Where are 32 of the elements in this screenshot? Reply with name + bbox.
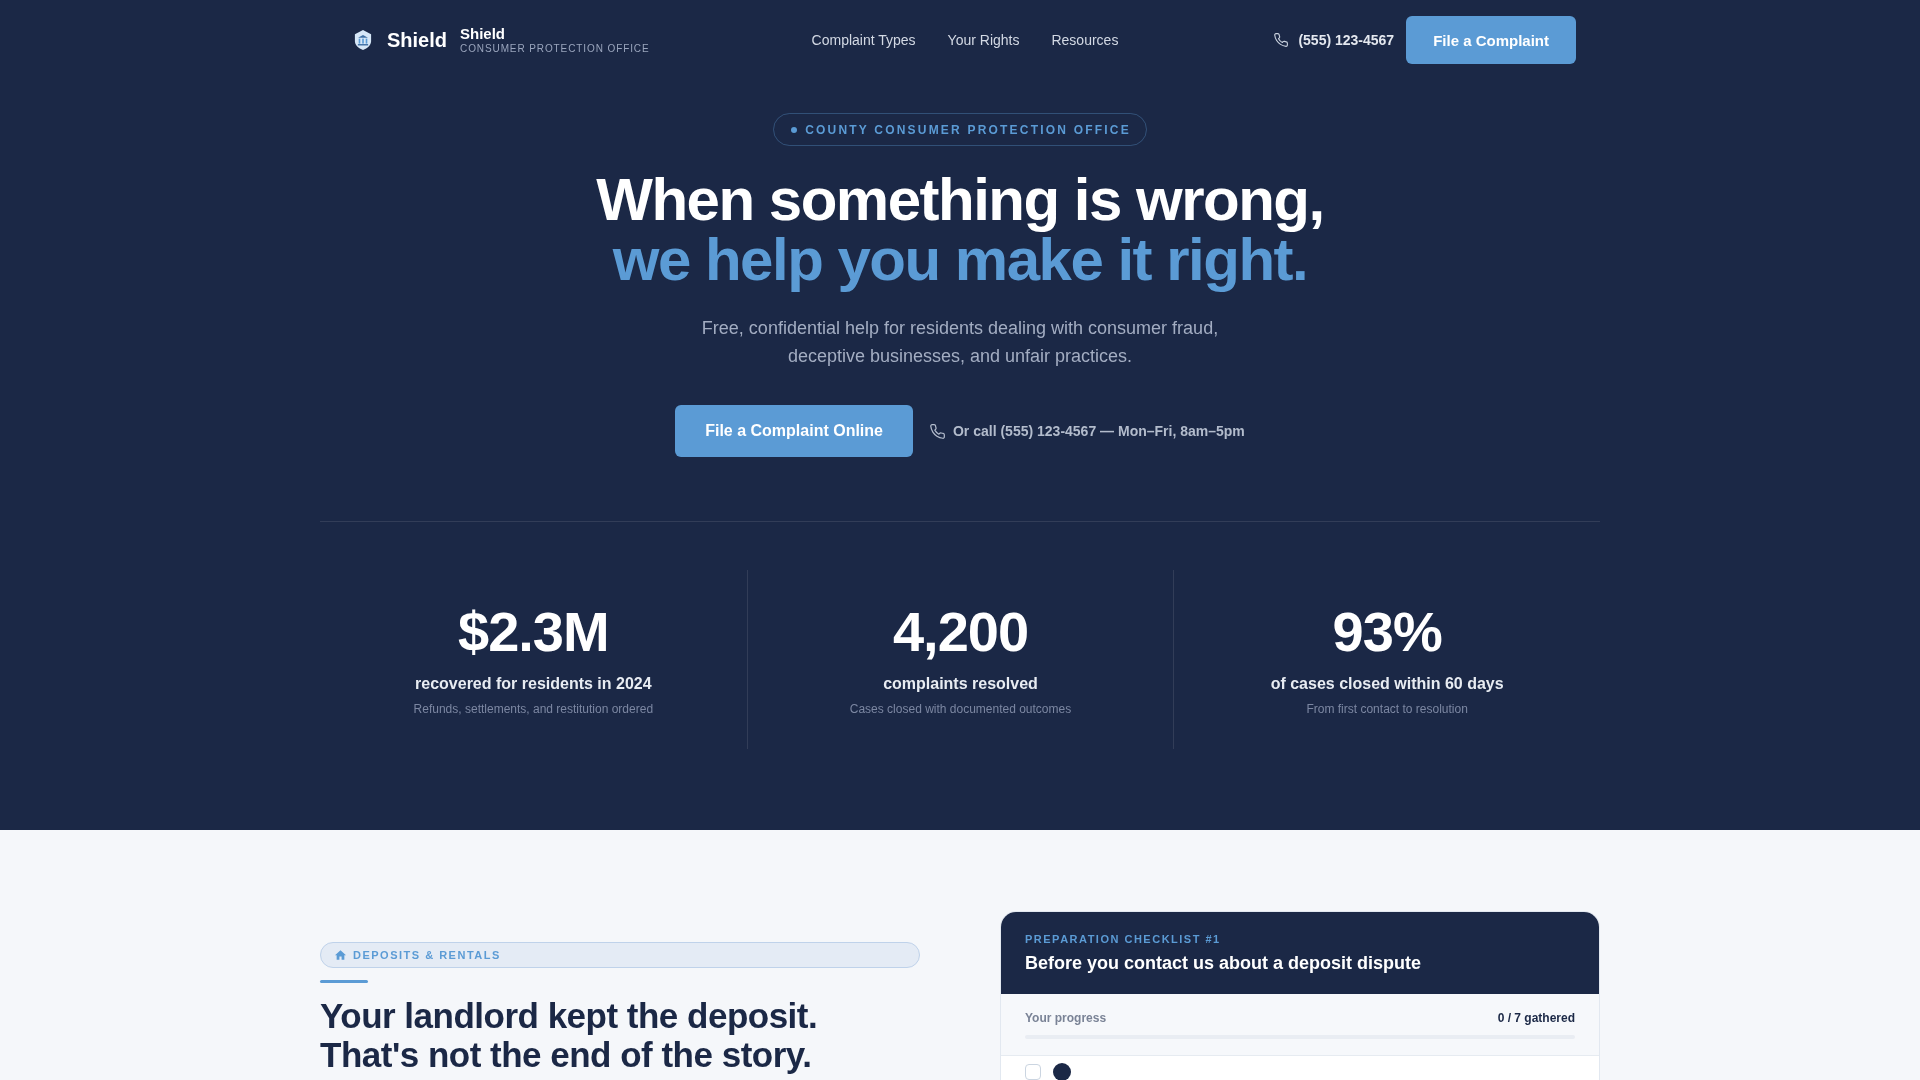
checklist-eyebrow: PREPARATION CHECKLIST #1 — [1025, 932, 1222, 946]
nav-link[interactable]: Your Rights — [947, 31, 1020, 49]
shield-icon — [354, 30, 372, 50]
stat-note: From first contact to resolution — [1306, 701, 1468, 717]
progress-label: Your progress — [1025, 1011, 1107, 1025]
hero-title: When something is wrong, — [596, 170, 1324, 230]
phone-icon — [1274, 33, 1289, 47]
stat-label: recovered for residents in 2024 — [415, 674, 652, 694]
stat-value: 4,200 — [892, 604, 1029, 660]
topic-heading: Your landlord kept the deposit. That's not the end of the story. — [320, 997, 819, 1074]
brand-wordmark[interactable]: Shield — [387, 28, 447, 52]
stat-value: $2.3M — [458, 604, 609, 660]
stat-label: complaints resolved — [883, 674, 1038, 694]
phone-icon — [930, 423, 945, 439]
checkbox[interactable] — [1025, 1064, 1041, 1080]
eyebrow-text: COUNTY CONSUMER PROTECTION OFFICE — [805, 122, 1131, 137]
stat-note: Refunds, settlements, and restitution ordered — [413, 701, 654, 717]
hero-lead: Free, confidential help for residents dealing with consumer fraud, deceptive businesses, and unfair practices. — [700, 317, 1220, 368]
stat-value: 93% — [1332, 604, 1442, 660]
checklist-title: Before you contact us about a deposit dispute — [1025, 952, 1423, 974]
progress-count: 0 / 7 gathered — [1497, 1011, 1575, 1025]
call-note: Or call (555) 123-4567 — Mon–Fri, 8am–5pm — [953, 422, 1245, 440]
brand-name: Shield — [460, 25, 507, 43]
phone-number[interactable]: (555) 123-4567 — [1298, 31, 1395, 49]
nav-link[interactable]: Resources — [1051, 31, 1119, 49]
stat-note: Cases closed with documented outcomes — [849, 701, 1072, 717]
nav-link[interactable]: Complaint Types — [811, 31, 916, 49]
brand-tagline: CONSUMER PROTECTION OFFICE — [460, 43, 650, 55]
stat-label: of cases closed within 60 days — [1270, 674, 1504, 694]
house-icon — [335, 950, 346, 960]
topic-tag-text: DEPOSITS & RENTALS — [353, 948, 501, 962]
dot-icon — [791, 126, 798, 133]
